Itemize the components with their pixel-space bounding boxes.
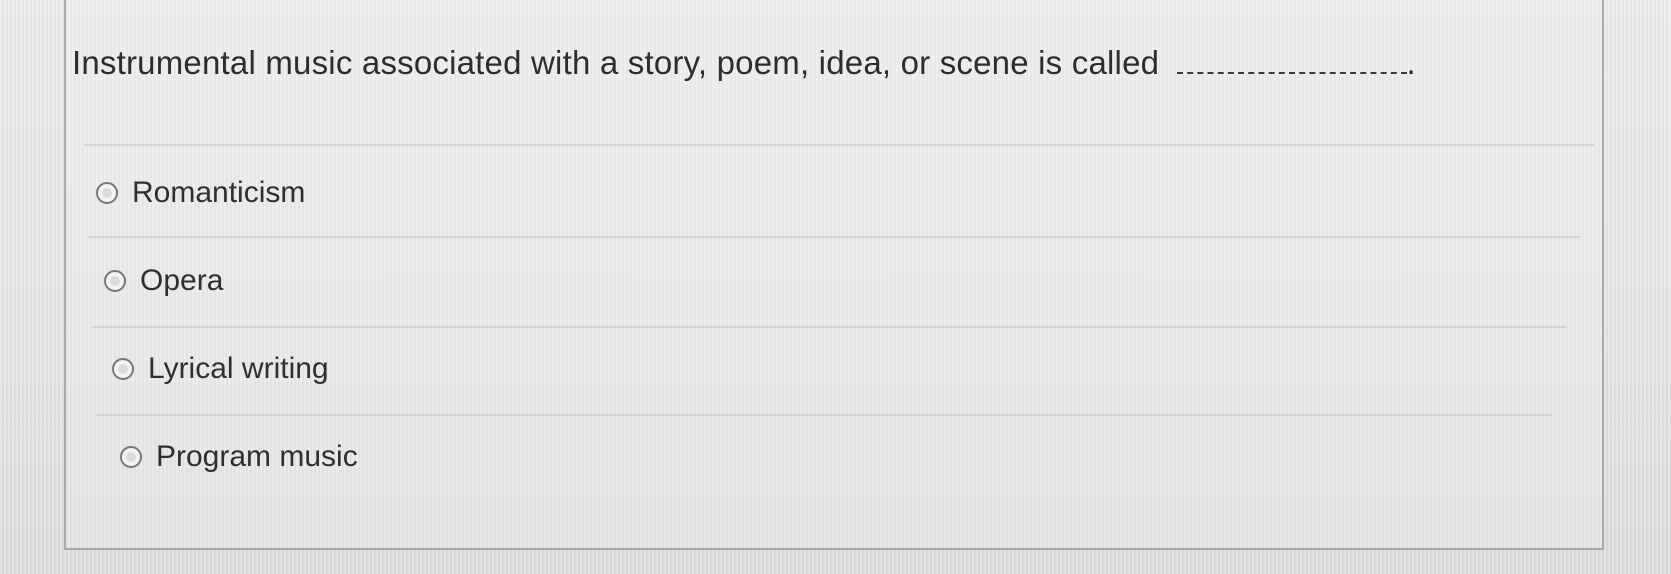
radio-icon[interactable] [104,270,126,292]
option-label: Lyrical writing [148,352,329,385]
question-prompt: Instrumental music associated with a sto… [72,44,1416,82]
radio-icon[interactable] [96,182,118,204]
quiz-screen: Instrumental music associated with a sto… [0,0,1671,574]
option-lyrical-writing[interactable]: Lyrical writing [112,352,329,386]
radio-icon[interactable] [120,446,142,468]
option-label: Program music [156,440,358,473]
divider-3 [92,326,1566,328]
radio-icon[interactable] [112,358,134,380]
question-text: Instrumental music associated with a sto… [72,44,1160,81]
option-label: Opera [140,264,224,297]
option-romanticism[interactable]: Romanticism [96,176,305,210]
question-period: . [1406,44,1416,81]
option-program-music[interactable]: Program music [120,440,358,474]
answer-blank [1176,48,1407,74]
option-opera[interactable]: Opera [104,264,223,298]
divider-2 [88,236,1580,238]
divider-4 [96,414,1552,416]
option-label: Romanticism [132,176,306,209]
divider-1 [84,144,1594,146]
